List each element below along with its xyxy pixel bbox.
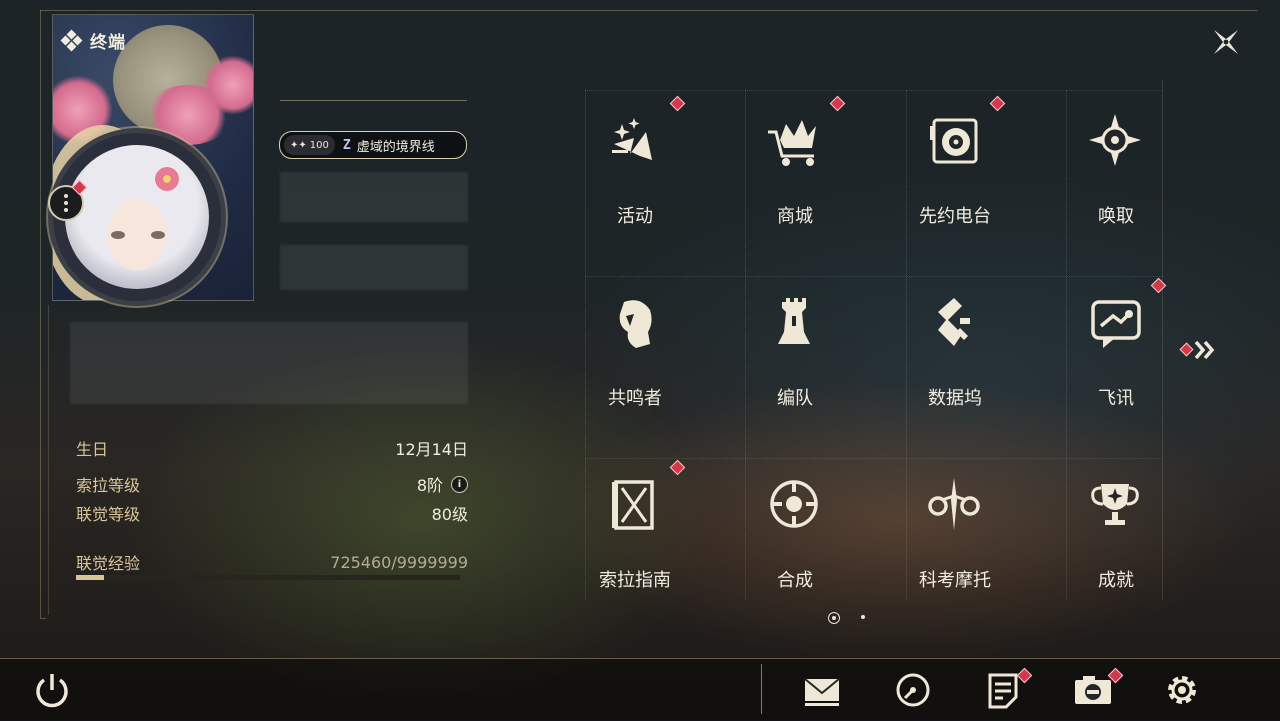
menu-item-data-dock[interactable]: 数据坞 — [900, 284, 1020, 424]
grid-guide — [585, 458, 1162, 459]
shop-crown-cart-icon — [768, 120, 816, 166]
menu-item-summon[interactable]: 唤取 — [1061, 102, 1181, 242]
avatar-portrait — [65, 145, 209, 289]
notify-dot — [829, 95, 846, 112]
player-title-badge[interactable]: ✦✦ 100 Z 虚域的境界线 — [279, 131, 467, 159]
data-dock-icon — [938, 298, 970, 346]
stat-value: 725460/9999999 — [330, 552, 468, 572]
menu-item-label: 科考摩托 — [919, 570, 991, 591]
stat-sola-level: 索拉等级 8阶 i — [76, 472, 468, 496]
sparkle-icon: ✦✦ — [290, 139, 307, 151]
radio-disc-icon — [930, 118, 978, 164]
title-divider — [280, 100, 467, 101]
avatar-eye — [111, 231, 125, 239]
frame-left-line — [40, 10, 41, 618]
exp-progress-fill — [76, 575, 104, 580]
header: 终端 — [60, 28, 126, 53]
summon-compass-icon — [1089, 114, 1141, 166]
synthesis-icon — [770, 480, 818, 528]
menu-item-label: 唤取 — [1098, 206, 1134, 227]
clock-icon[interactable] — [891, 668, 935, 712]
menu-item-label: 合成 — [777, 570, 813, 591]
menu-item-shop[interactable]: 商城 — [740, 95, 860, 242]
stat-label: 联觉等级 — [76, 505, 141, 524]
hair-flower-decoration — [155, 167, 179, 191]
guide-book-icon — [612, 480, 654, 530]
page-indicator[interactable] — [858, 612, 868, 622]
stat-value: 80级 — [431, 505, 468, 524]
resonator-head-icon — [619, 300, 652, 348]
activity-icon — [612, 118, 652, 160]
stat-label: 索拉等级 — [76, 476, 141, 495]
motorbike-icon — [928, 478, 980, 530]
bottom-divider — [761, 664, 762, 714]
page-indicator-current[interactable] — [828, 612, 840, 624]
avatar-eye — [151, 231, 165, 239]
terminal-diamond-icon — [60, 29, 83, 51]
badge-level-value: 100 — [309, 139, 329, 151]
menu-item-label: 活动 — [617, 206, 653, 227]
player-signature-redacted — [70, 322, 468, 404]
menu-item-label: 数据坞 — [928, 388, 982, 409]
info-icon[interactable]: i — [451, 475, 468, 493]
stat-union-exp: 联觉经验 725460/9999999 — [76, 550, 468, 574]
menu-item-messages[interactable]: 飞讯 — [1061, 277, 1181, 424]
player-id-redacted — [280, 245, 468, 290]
stat-birthday: 生日 12月14日 — [76, 436, 468, 460]
blossom-decoration — [203, 55, 253, 115]
notify-dot — [989, 95, 1006, 112]
stat-label: 联觉经验 — [76, 554, 141, 573]
mail-icon[interactable] — [800, 668, 844, 712]
frame-inner-left-line — [48, 305, 49, 615]
stat-value: 12月14日 — [395, 440, 468, 459]
next-page-chevrons-icon[interactable] — [1178, 337, 1222, 363]
message-bubble-icon — [1091, 300, 1141, 348]
menu-item-label: 商城 — [777, 206, 813, 227]
menu-item-synthesis[interactable]: 合成 — [740, 466, 860, 606]
stat-value: 8阶 i — [417, 472, 468, 496]
stat-label: 生日 — [76, 440, 109, 459]
menu-item-label: 成就 — [1098, 570, 1134, 591]
menu-item-label: 飞讯 — [1098, 388, 1134, 409]
power-icon[interactable] — [30, 668, 74, 712]
frame-top-line — [40, 10, 1258, 11]
trophy-icon — [1091, 484, 1139, 525]
menu-item-radio[interactable]: 先约电台 — [900, 95, 1020, 242]
menu-item-label: 索拉指南 — [599, 570, 671, 591]
menu-item-label: 共鸣者 — [608, 388, 662, 409]
menu-item-label: 先约电台 — [919, 206, 991, 227]
stat-union-level: 联觉等级 80级 — [76, 501, 468, 525]
menu-item-motorbike[interactable]: 科考摩托 — [900, 466, 1020, 606]
badge-level: ✦✦ 100 — [284, 135, 335, 155]
menu-item-resonators[interactable]: 共鸣者 — [580, 284, 700, 424]
menu-item-sola-guide[interactable]: 索拉指南 — [580, 459, 700, 606]
grid-guide — [585, 90, 1162, 91]
menu-item-team[interactable]: 编队 — [740, 284, 860, 424]
menu-item-label: 编队 — [777, 388, 813, 409]
notify-dot — [1150, 277, 1167, 294]
chess-team-icon — [778, 298, 810, 344]
badge-title-name: 虚域的境界线 — [356, 139, 435, 155]
menu-item-activity[interactable]: 活动 — [580, 95, 700, 242]
title-symbol-icon: Z — [342, 137, 351, 153]
player-name-redacted — [280, 172, 468, 222]
menu-item-achievements[interactable]: 成就 — [1061, 466, 1181, 606]
page-title: 终端 — [90, 33, 126, 53]
notify-dot — [669, 459, 686, 476]
settings-gear-icon[interactable] — [1160, 668, 1204, 712]
grid-guide — [585, 276, 1162, 277]
close-icon[interactable] — [1206, 22, 1246, 62]
notify-dot — [669, 95, 686, 112]
frame-bottom-line — [40, 618, 46, 619]
exp-progress-bar — [76, 575, 460, 580]
